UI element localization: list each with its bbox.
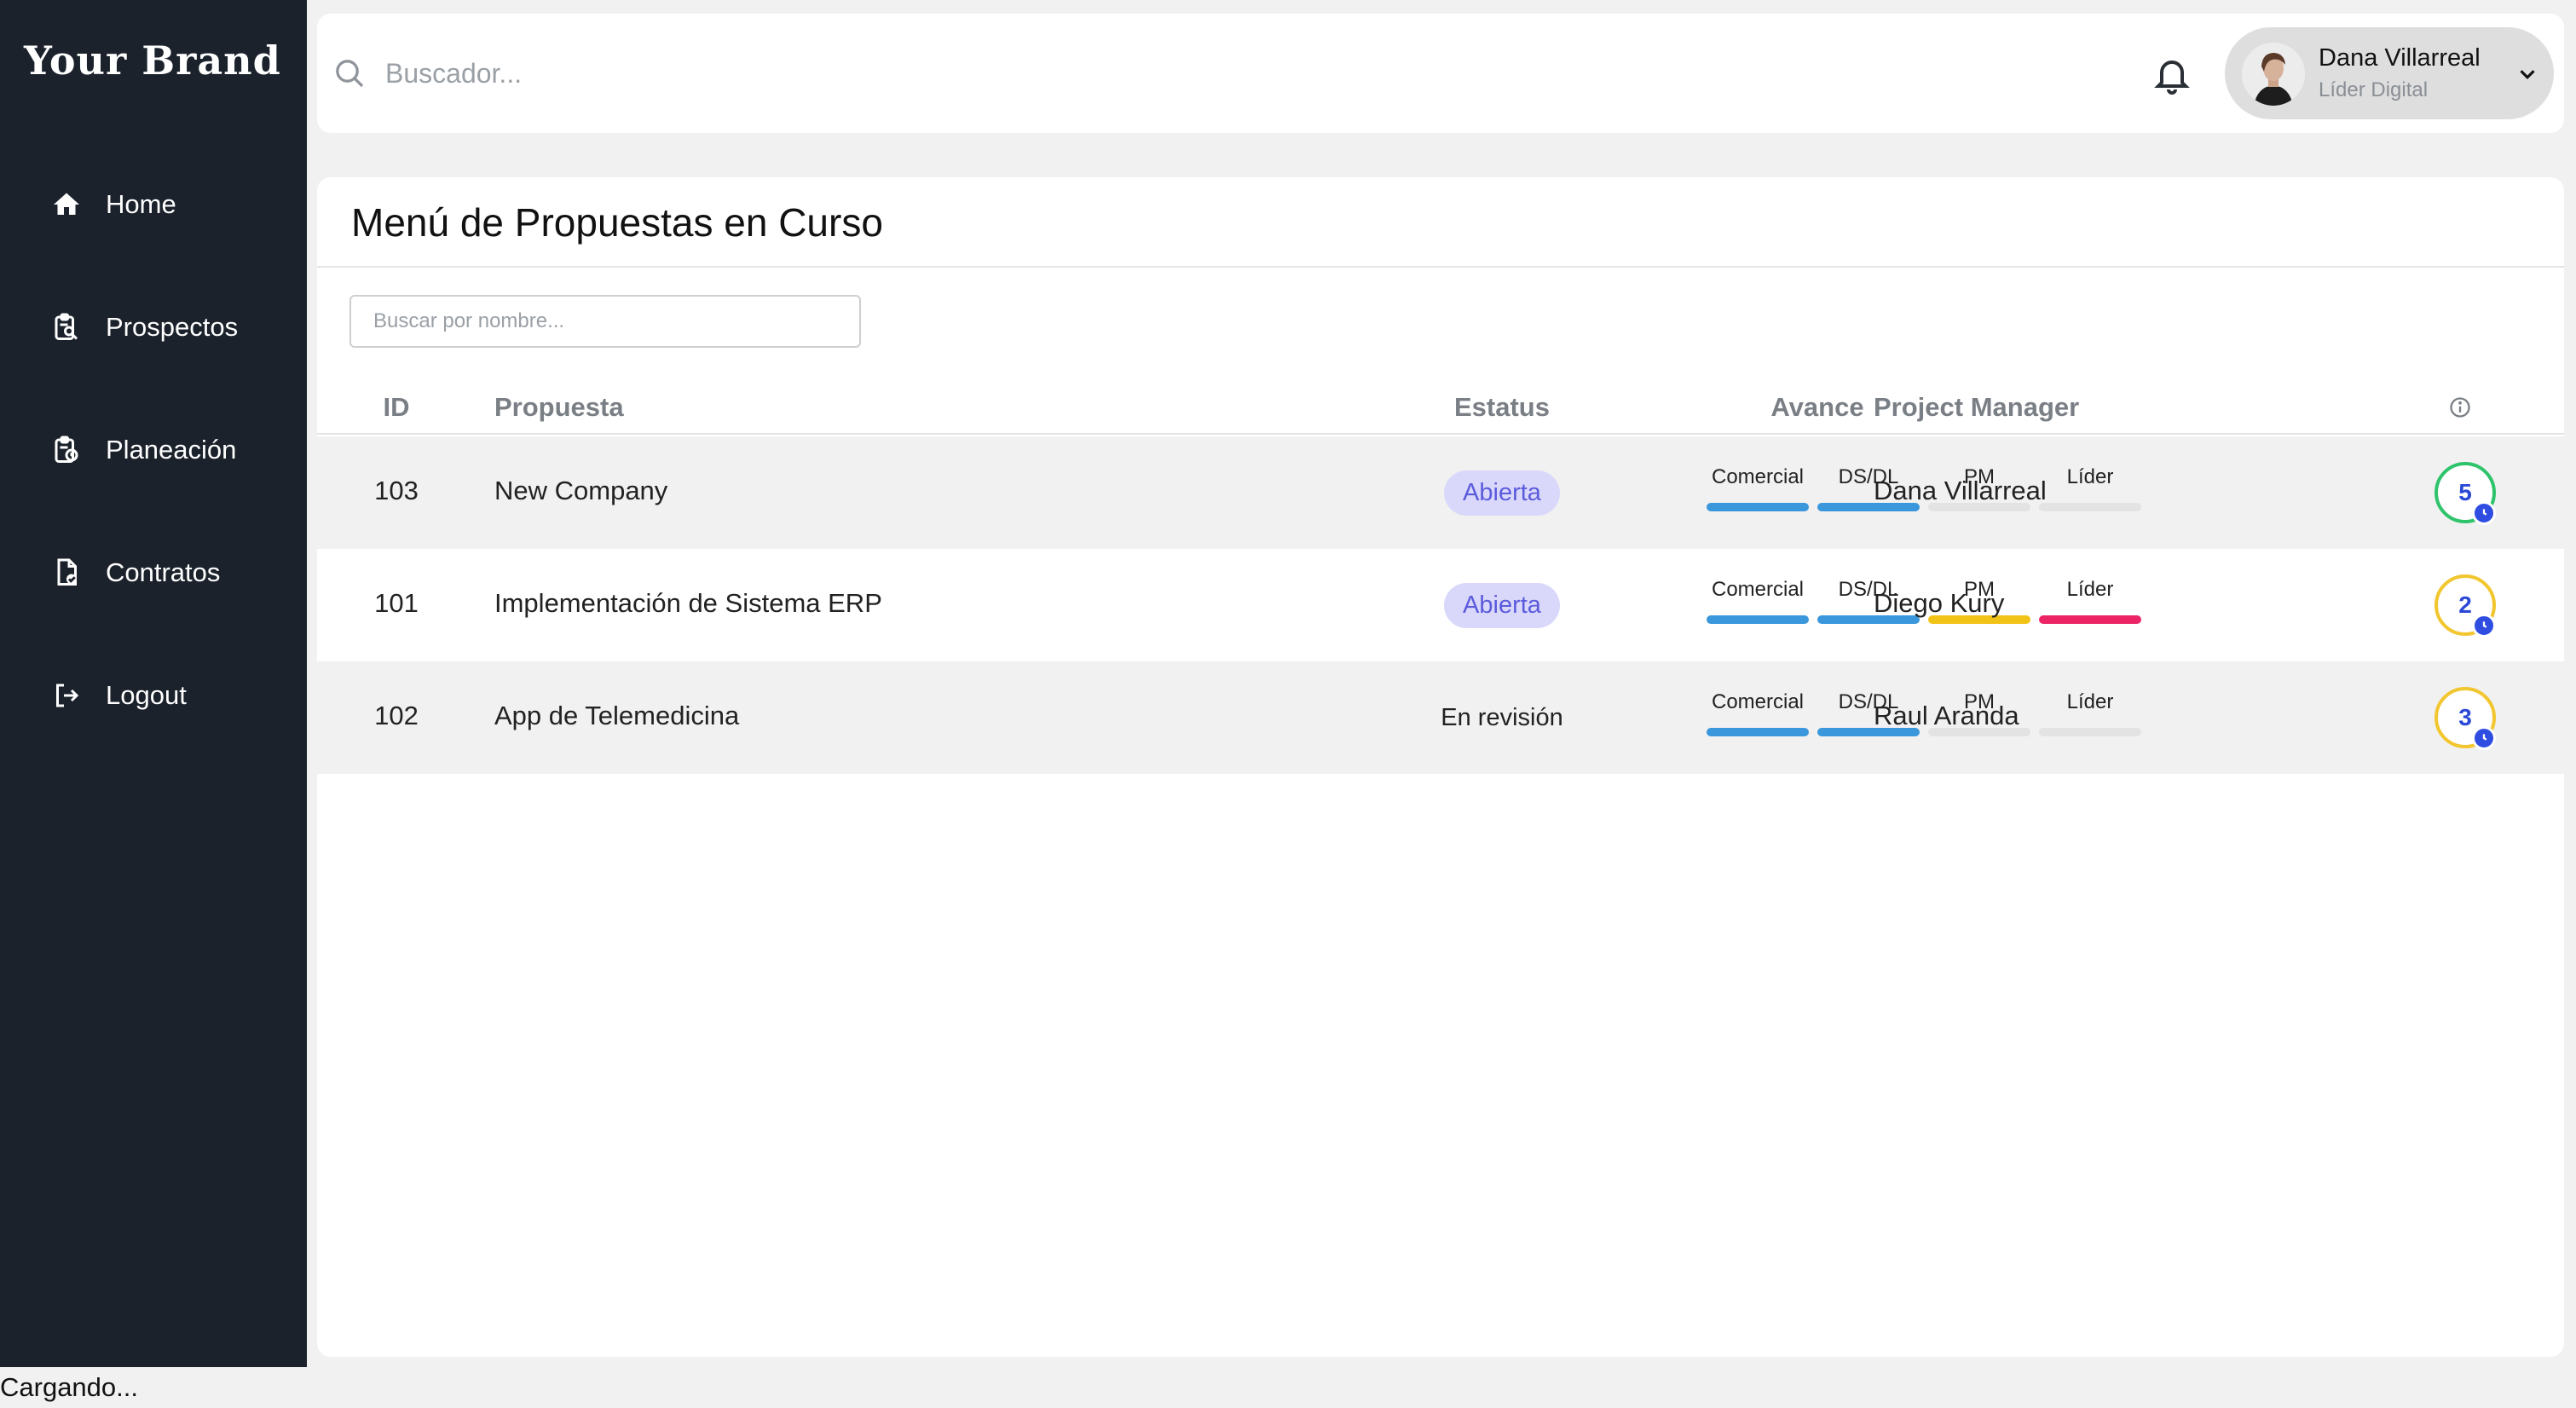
clock-icon <box>2472 501 2496 525</box>
info-icon[interactable] <box>2448 395 2472 419</box>
stage-label: Líder <box>2066 690 2114 713</box>
proposal-id: 102 <box>374 701 419 730</box>
brand-logo: Your Brand <box>24 38 281 84</box>
proposals-panel: Menú de Propuestas en Curso ID Propuesta… <box>317 177 2564 1357</box>
proposal-id: 101 <box>374 588 419 618</box>
project-manager: Dana Villarreal <box>1874 476 2047 505</box>
stage-bar <box>1707 615 1809 624</box>
status-cell: Abierta <box>1425 436 1579 549</box>
chevron-down-icon <box>2515 61 2540 87</box>
bell-icon[interactable] <box>2151 53 2192 95</box>
nav-label: Planeación <box>106 435 237 465</box>
table-row[interactable]: 101 Implementación de Sistema ERP Abiert… <box>317 549 2564 661</box>
sidebar: Your Brand Home Prospectos Planeación Co… <box>0 0 307 1367</box>
loading-status: Cargando... <box>0 1372 138 1402</box>
table-header: ID Propuesta Estatus Avance Project Mana… <box>317 384 2564 435</box>
nav-item-home[interactable]: Home <box>49 179 176 230</box>
column-header-id: ID <box>383 392 410 422</box>
name-filter-input[interactable] <box>349 295 861 348</box>
search-input[interactable] <box>385 48 1152 99</box>
nav-item-logout[interactable]: Logout <box>49 670 187 721</box>
status-badge: Abierta <box>1444 582 1560 628</box>
stage-bar <box>1707 728 1809 736</box>
status-badge: Abierta <box>1444 470 1560 516</box>
logout-icon <box>49 678 84 713</box>
table-row[interactable]: 103 New Company Abierta Comercial DS/DL … <box>317 436 2564 549</box>
nav-label: Prospectos <box>106 312 239 342</box>
stage-label: Líder <box>2066 465 2114 488</box>
status-cell: En revisión <box>1425 661 1579 774</box>
nav-item-contratos[interactable]: Contratos <box>49 547 220 598</box>
column-header-proposal: Propuesta <box>494 392 624 422</box>
status-text: En revisión <box>1441 703 1563 731</box>
nav-item-planeacion[interactable]: Planeación <box>49 424 236 476</box>
proposal-name[interactable]: New Company <box>494 476 667 506</box>
user-menu[interactable]: Dana Villarreal Líder Digital <box>2225 27 2554 119</box>
clipboard-search-icon <box>49 310 84 344</box>
table-row[interactable]: 102 App de Telemedicina En revisión Come… <box>317 661 2564 774</box>
stage-label: Comercial <box>1711 578 1805 601</box>
user-name: Dana Villarreal <box>2319 44 2481 72</box>
column-header-status: Estatus <box>1454 392 1550 422</box>
proposal-name[interactable]: Implementación de Sistema ERP <box>494 588 882 619</box>
stage-bar <box>1707 503 1809 511</box>
clock-icon <box>2472 726 2496 750</box>
stage-bar <box>2039 503 2141 511</box>
nav-item-prospectos[interactable]: Prospectos <box>49 302 238 353</box>
avatar <box>2242 43 2305 106</box>
project-manager: Diego Kury <box>1874 588 2005 618</box>
home-icon <box>49 188 84 222</box>
search-icon <box>332 56 367 90</box>
stage-bar <box>2039 728 2141 736</box>
stage-label: Líder <box>2066 578 2114 601</box>
nav-label: Home <box>106 189 176 219</box>
nav-label: Contratos <box>106 557 221 587</box>
divider <box>317 266 2564 268</box>
clock-icon <box>2472 614 2496 638</box>
document-check-icon <box>49 556 84 590</box>
stage-label: Comercial <box>1711 690 1805 713</box>
proposal-name[interactable]: App de Telemedicina <box>494 701 739 731</box>
column-header-pm: Project Manager <box>1874 392 2080 422</box>
proposal-id: 103 <box>374 476 419 505</box>
page-title: Menú de Propuestas en Curso <box>351 200 883 245</box>
top-bar: Dana Villarreal Líder Digital <box>317 14 2564 133</box>
stage-bar <box>2039 615 2141 624</box>
stage-label: Comercial <box>1711 465 1805 488</box>
status-cell: Abierta <box>1425 549 1579 661</box>
user-role: Líder Digital <box>2319 78 2429 101</box>
nav-label: Logout <box>106 680 187 710</box>
project-manager: Raul Aranda <box>1874 701 2019 730</box>
clipboard-clock-icon <box>49 433 84 467</box>
